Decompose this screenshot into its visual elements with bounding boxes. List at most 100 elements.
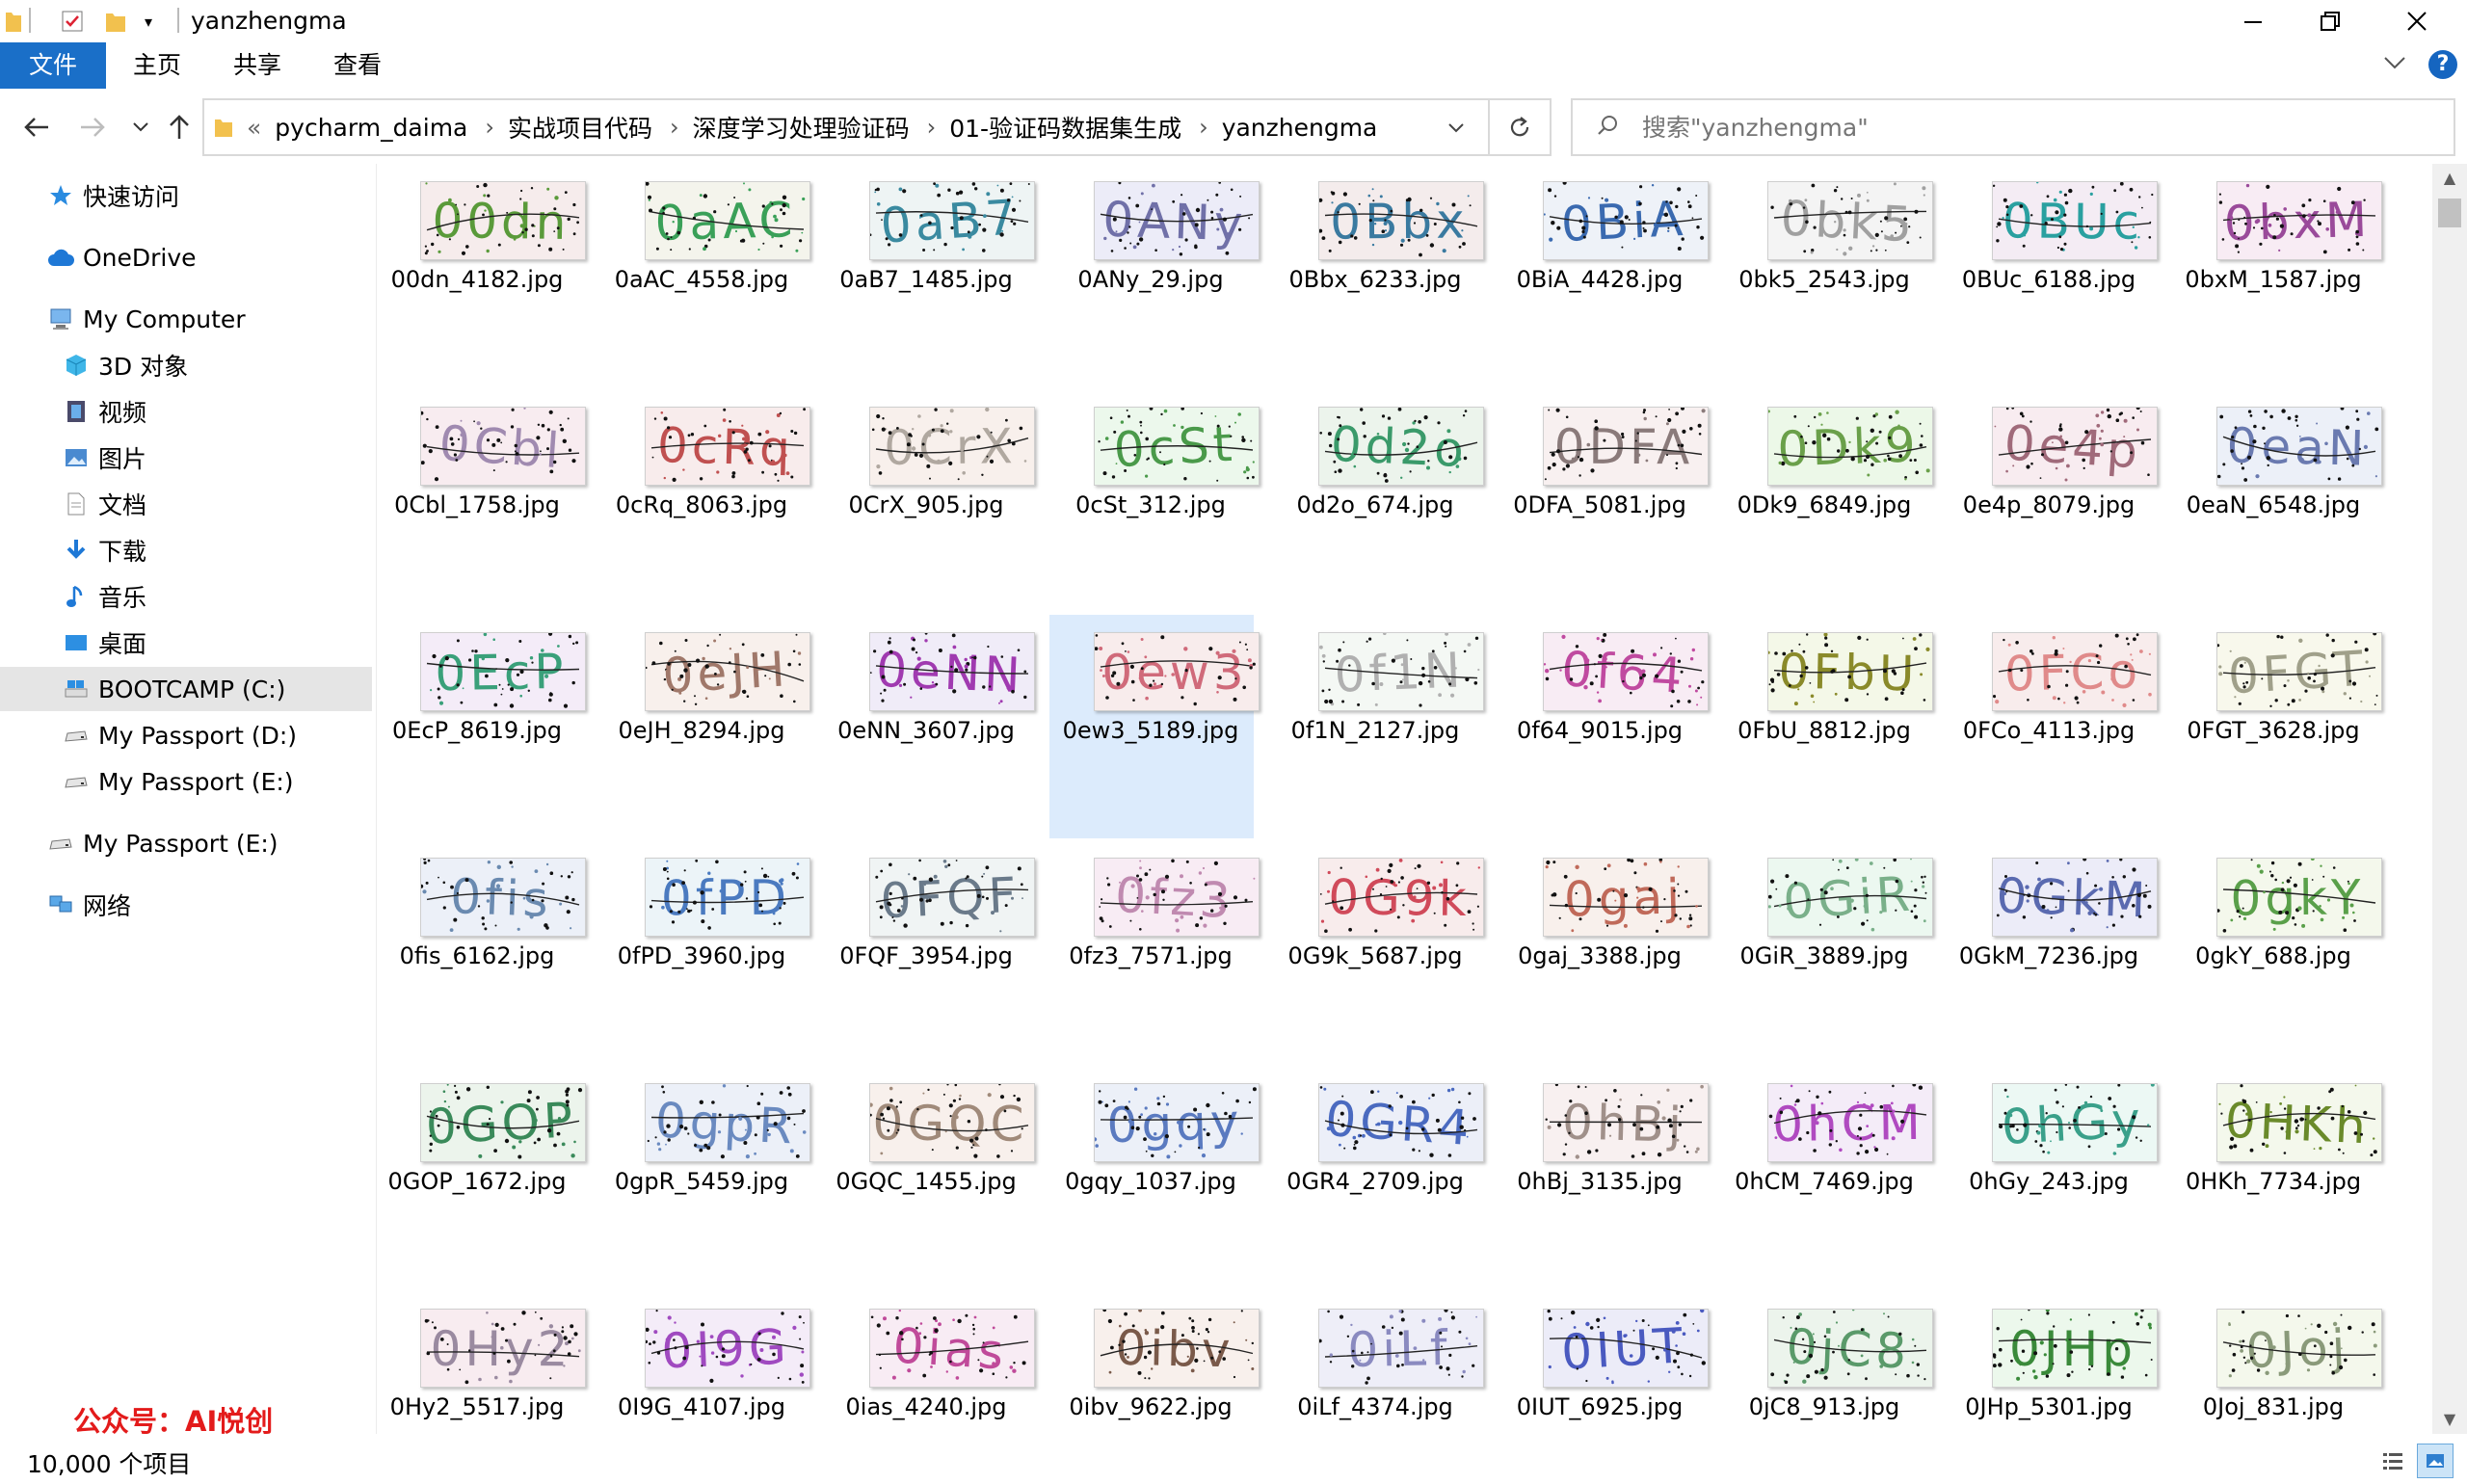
maximize-button[interactable] bbox=[2294, 0, 2367, 42]
file-item[interactable]: 0fz3 0fz3_7571.jpg bbox=[1049, 840, 1260, 1064]
help-icon[interactable]: ? bbox=[2428, 50, 2457, 79]
sidebar-item[interactable]: 快速访问 bbox=[0, 173, 372, 218]
file-item[interactable]: 0GkM 0GkM_7236.jpg bbox=[1948, 840, 2158, 1064]
file-item[interactable]: 0ias 0ias_4240.jpg bbox=[825, 1291, 1035, 1434]
close-button[interactable] bbox=[2380, 0, 2454, 42]
file-item[interactable]: 0f1N 0f1N_2127.jpg bbox=[1274, 615, 1484, 838]
file-item[interactable]: 0eaN 0eaN_6548.jpg bbox=[2172, 389, 2382, 613]
file-item[interactable]: 0eNN 0eNN_3607.jpg bbox=[825, 615, 1035, 838]
tab-view[interactable]: 查看 bbox=[308, 42, 407, 89]
sidebar-item[interactable]: 网络 bbox=[0, 883, 372, 927]
file-item[interactable]: 0bxM 0bxM_1587.jpg bbox=[2172, 164, 2382, 387]
file-item[interactable]: 0iLf 0iLf_4374.jpg bbox=[1274, 1291, 1484, 1434]
file-item[interactable]: 0ew3 0ew3_5189.jpg bbox=[1049, 615, 1260, 838]
new-folder-icon[interactable] bbox=[104, 8, 127, 35]
sidebar-item[interactable]: My Passport (E:) bbox=[0, 821, 372, 865]
expand-ribbon-chevron-icon[interactable] bbox=[2382, 54, 2407, 75]
forward-button[interactable] bbox=[73, 108, 112, 146]
file-item[interactable]: 0jC8 0jC8_913.jpg bbox=[1723, 1291, 1933, 1434]
file-item[interactable]: 0cRq 0cRq_8063.jpg bbox=[600, 389, 810, 613]
breadcrumb-yanzhengma[interactable]: yanzhengma bbox=[1222, 114, 1378, 142]
file-item[interactable]: 0FQF 0FQF_3954.jpg bbox=[825, 840, 1035, 1064]
file-item[interactable]: 0e4p 0e4p_8079.jpg bbox=[1948, 389, 2158, 613]
sidebar-item[interactable]: 桌面 bbox=[0, 621, 372, 665]
file-item[interactable]: 0BUc 0BUc_6188.jpg bbox=[1948, 164, 2158, 387]
file-item[interactable]: 0hGy 0hGy_243.jpg bbox=[1948, 1066, 2158, 1289]
file-item[interactable]: 0hBj 0hBj_3135.jpg bbox=[1499, 1066, 1709, 1289]
file-item[interactable]: 0HKh 0HKh_7734.jpg bbox=[2172, 1066, 2382, 1289]
file-item[interactable]: 0FbU 0FbU_8812.jpg bbox=[1723, 615, 1933, 838]
scroll-up-icon[interactable]: ▲ bbox=[2432, 164, 2467, 193]
sidebar-item[interactable]: OneDrive bbox=[0, 235, 372, 279]
file-item[interactable]: 0JHp 0JHp_5301.jpg bbox=[1948, 1291, 2158, 1434]
breadcrumb-separator-icon[interactable]: › bbox=[927, 114, 937, 141]
file-item[interactable]: 0EcP 0EcP_8619.jpg bbox=[378, 615, 586, 838]
sidebar-item[interactable]: 音乐 bbox=[0, 574, 372, 619]
file-item[interactable]: 0eJH 0eJH_8294.jpg bbox=[600, 615, 810, 838]
file-item[interactable]: 0BiA 0BiA_4428.jpg bbox=[1499, 164, 1709, 387]
tab-share[interactable]: 共享 bbox=[208, 42, 306, 89]
file-item[interactable]: 0bk5 0bk5_2543.jpg bbox=[1723, 164, 1933, 387]
file-item[interactable]: 0aAC 0aAC_4558.jpg bbox=[600, 164, 810, 387]
file-item[interactable]: 0IUT 0IUT_6925.jpg bbox=[1499, 1291, 1709, 1434]
file-item[interactable]: 0GOP 0GOP_1672.jpg bbox=[378, 1066, 586, 1289]
breadcrumb-separator-icon[interactable]: › bbox=[1199, 114, 1208, 141]
file-item[interactable]: 0cSt 0cSt_312.jpg bbox=[1049, 389, 1260, 613]
scrollbar-thumb[interactable] bbox=[2438, 199, 2461, 227]
vertical-scrollbar[interactable]: ▲ ▼ bbox=[2432, 164, 2467, 1434]
sidebar-item[interactable]: 3D 对象 bbox=[0, 343, 372, 387]
file-item[interactable]: 0hCM 0hCM_7469.jpg bbox=[1723, 1066, 1933, 1289]
file-item[interactable]: 0Dk9 0Dk9_6849.jpg bbox=[1723, 389, 1933, 613]
tab-file[interactable]: 文件 bbox=[0, 42, 106, 89]
minimize-button[interactable] bbox=[2216, 0, 2290, 42]
file-item[interactable]: 0GR4 0GR4_2709.jpg bbox=[1274, 1066, 1484, 1289]
sidebar-item[interactable]: My Computer bbox=[0, 297, 372, 341]
file-item[interactable]: 0GQC 0GQC_1455.jpg bbox=[825, 1066, 1035, 1289]
breadcrumb-separator-icon[interactable]: › bbox=[670, 114, 679, 141]
file-item[interactable]: 0ibv 0ibv_9622.jpg bbox=[1049, 1291, 1260, 1434]
file-item[interactable]: 0FCo 0FCo_4113.jpg bbox=[1948, 615, 2158, 838]
breadcrumb-pycharm-daima[interactable]: pycharm_daima bbox=[275, 114, 467, 142]
sidebar-item[interactable]: BOOTCAMP (C:) bbox=[0, 667, 372, 711]
file-item[interactable]: 0aB7 0aB7_1485.jpg bbox=[825, 164, 1035, 387]
breadcrumb-overflow[interactable]: « bbox=[247, 114, 261, 142]
file-item[interactable]: 0I9G 0I9G_4107.jpg bbox=[600, 1291, 810, 1434]
address-bar[interactable]: « pycharm_daima › 实战项目代码 › 深度学习处理验证码 › 0… bbox=[202, 98, 1552, 156]
back-button[interactable] bbox=[17, 108, 56, 146]
refresh-button[interactable] bbox=[1488, 100, 1550, 154]
tab-home[interactable]: 主页 bbox=[108, 42, 206, 89]
breadcrumb-dataset[interactable]: 01-验证码数据集生成 bbox=[949, 110, 1181, 145]
file-item[interactable]: 0G9k 0G9k_5687.jpg bbox=[1274, 840, 1484, 1064]
file-item[interactable]: 0f64 0f64_9015.jpg bbox=[1499, 615, 1709, 838]
properties-icon[interactable] bbox=[60, 8, 85, 35]
file-item[interactable]: 0Joj 0Joj_831.jpg bbox=[2172, 1291, 2382, 1434]
file-item[interactable]: 0d2o 0d2o_674.jpg bbox=[1274, 389, 1484, 613]
file-item[interactable]: 0gpR 0gpR_5459.jpg bbox=[600, 1066, 810, 1289]
file-item[interactable]: 0Hy2 0Hy2_5517.jpg bbox=[378, 1291, 586, 1434]
file-item[interactable]: 0CrX 0CrX_905.jpg bbox=[825, 389, 1035, 613]
up-button[interactable] bbox=[160, 108, 199, 146]
sidebar-item[interactable]: My Passport (D:) bbox=[0, 713, 372, 757]
large-icons-view-button[interactable] bbox=[2417, 1444, 2454, 1478]
file-item[interactable]: 0gaj 0gaj_3388.jpg bbox=[1499, 840, 1709, 1064]
file-item[interactable]: 0fPD 0fPD_3960.jpg bbox=[600, 840, 810, 1064]
recent-locations-button[interactable] bbox=[121, 108, 160, 146]
file-item[interactable]: 0gkY 0gkY_688.jpg bbox=[2172, 840, 2382, 1064]
file-item[interactable]: 0Cbl 0Cbl_1758.jpg bbox=[378, 389, 586, 613]
file-item[interactable]: 00dn 00dn_4182.jpg bbox=[378, 164, 586, 387]
search-input[interactable] bbox=[1640, 112, 2415, 143]
scroll-down-icon[interactable]: ▼ bbox=[2432, 1405, 2467, 1434]
address-dropdown-chevron-icon[interactable] bbox=[1447, 116, 1465, 140]
breadcrumb-separator-icon[interactable]: › bbox=[485, 114, 494, 141]
breadcrumb-shendu[interactable]: 深度学习处理验证码 bbox=[693, 110, 910, 145]
file-item[interactable]: 0ANy 0ANy_29.jpg bbox=[1049, 164, 1260, 387]
file-item[interactable]: 0fis 0fis_6162.jpg bbox=[378, 840, 586, 1064]
file-item[interactable]: 0GiR 0GiR_3889.jpg bbox=[1723, 840, 1933, 1064]
file-item[interactable]: 0gqy 0gqy_1037.jpg bbox=[1049, 1066, 1260, 1289]
details-view-button[interactable] bbox=[2374, 1444, 2411, 1478]
sidebar-item[interactable]: 图片 bbox=[0, 436, 372, 480]
sidebar-item[interactable]: 下载 bbox=[0, 528, 372, 572]
search-box[interactable] bbox=[1571, 98, 2455, 156]
file-item[interactable]: 0DFA 0DFA_5081.jpg bbox=[1499, 389, 1709, 613]
sidebar-item[interactable]: 视频 bbox=[0, 389, 372, 434]
